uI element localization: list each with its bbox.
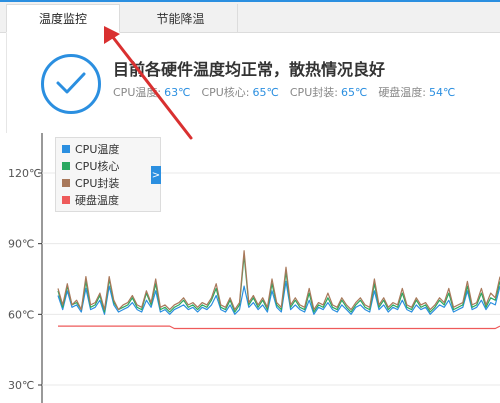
reading-cpu-package: CPU封装: 65℃ bbox=[290, 84, 367, 100]
legend-swatch bbox=[62, 162, 70, 170]
temperature-readings: CPU温度: 63℃ CPU核心: 65℃ CPU封装: 65℃ 硬盘温度: 54℃ bbox=[113, 84, 466, 100]
series-line-1 bbox=[57, 254, 500, 313]
legend-label: CPU封装 bbox=[75, 177, 120, 190]
legend-item-cpu-package[interactable]: CPU封装 bbox=[62, 175, 119, 191]
legend-collapse-button[interactable]: > bbox=[151, 166, 161, 184]
y-tick-label: 30℃ bbox=[8, 379, 34, 392]
panel-border bbox=[6, 33, 7, 133]
chart-legend: CPU温度 CPU核心 CPU封装 硬盘温度 bbox=[55, 137, 161, 212]
legend-swatch bbox=[62, 179, 70, 187]
reading-value: 54℃ bbox=[429, 86, 456, 99]
legend-item-cpu-core[interactable]: CPU核心 bbox=[62, 158, 119, 174]
tab-temperature-monitor[interactable]: 温度监控 bbox=[6, 4, 120, 33]
reading-value: 63℃ bbox=[164, 86, 191, 99]
tab-energy-saving-cooling[interactable]: 节能降温 bbox=[124, 4, 238, 33]
reading-label: CPU封装: bbox=[289, 86, 338, 99]
reading-label: CPU核心: bbox=[201, 86, 250, 99]
legend-label: CPU核心 bbox=[75, 160, 120, 173]
legend-item-disk-temp[interactable]: 硬盘温度 bbox=[62, 192, 119, 208]
y-tick-label: 60℃ bbox=[8, 308, 34, 321]
temperature-monitor-window: 温度监控 节能降温 目前各硬件温度均正常，散热情况良好 CPU温度: 63℃ CP… bbox=[0, 0, 500, 403]
reading-value: 65℃ bbox=[340, 86, 368, 99]
reading-disk-temp: 硬盘温度: 54℃ bbox=[378, 84, 455, 100]
reading-cpu-temp: CPU温度: 63℃ bbox=[113, 84, 190, 100]
y-tick-label: 90℃ bbox=[8, 238, 34, 251]
legend-label: CPU温度 bbox=[75, 143, 120, 156]
series-line-0 bbox=[57, 280, 500, 315]
y-tick-label: 120℃ bbox=[8, 167, 41, 180]
series-line-3 bbox=[58, 325, 500, 330]
status-message: 目前各硬件温度均正常，散热情况良好 bbox=[113, 60, 386, 79]
check-circle-icon bbox=[41, 54, 101, 114]
series-line-2 bbox=[57, 250, 500, 311]
legend-swatch bbox=[62, 196, 70, 204]
legend-swatch bbox=[62, 145, 70, 153]
legend-item-cpu-temp[interactable]: CPU温度 bbox=[62, 141, 119, 157]
reading-cpu-core: CPU核心: 65℃ bbox=[201, 84, 278, 100]
accent-line bbox=[0, 0, 500, 2]
reading-value: 65℃ bbox=[252, 86, 279, 99]
tab-bar: 温度监控 节能降温 bbox=[0, 0, 500, 33]
reading-label: 硬盘温度: bbox=[378, 86, 427, 99]
legend-label: 硬盘温度 bbox=[75, 194, 119, 207]
reading-label: CPU温度: bbox=[113, 86, 162, 99]
